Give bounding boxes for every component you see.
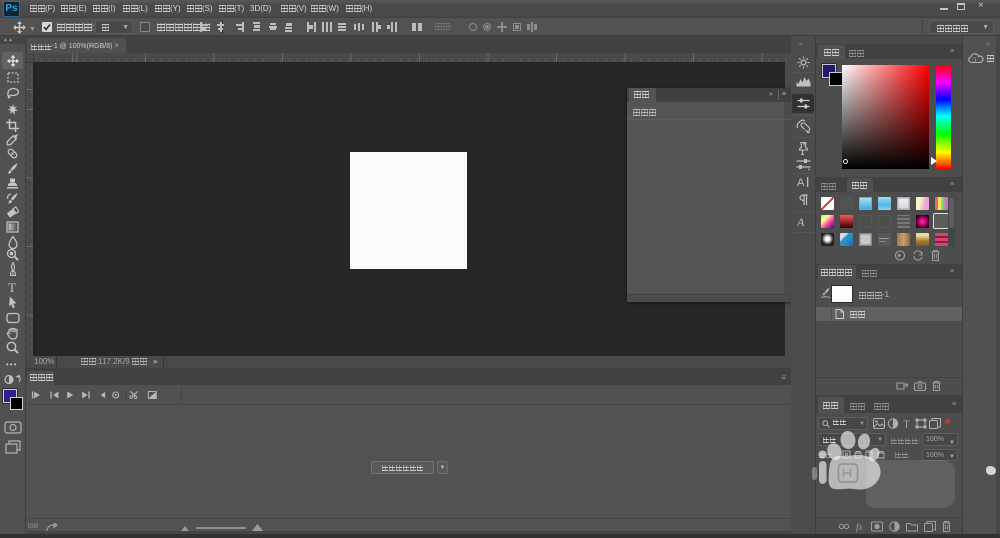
svg-text:T: T — [904, 420, 910, 430]
svg-text:A: A — [797, 215, 805, 228]
svg-text::): :) — [973, 58, 977, 64]
svg-text:T: T — [8, 281, 16, 294]
svg-text:fx: fx — [856, 522, 863, 532]
svg-text:A: A — [797, 177, 805, 188]
